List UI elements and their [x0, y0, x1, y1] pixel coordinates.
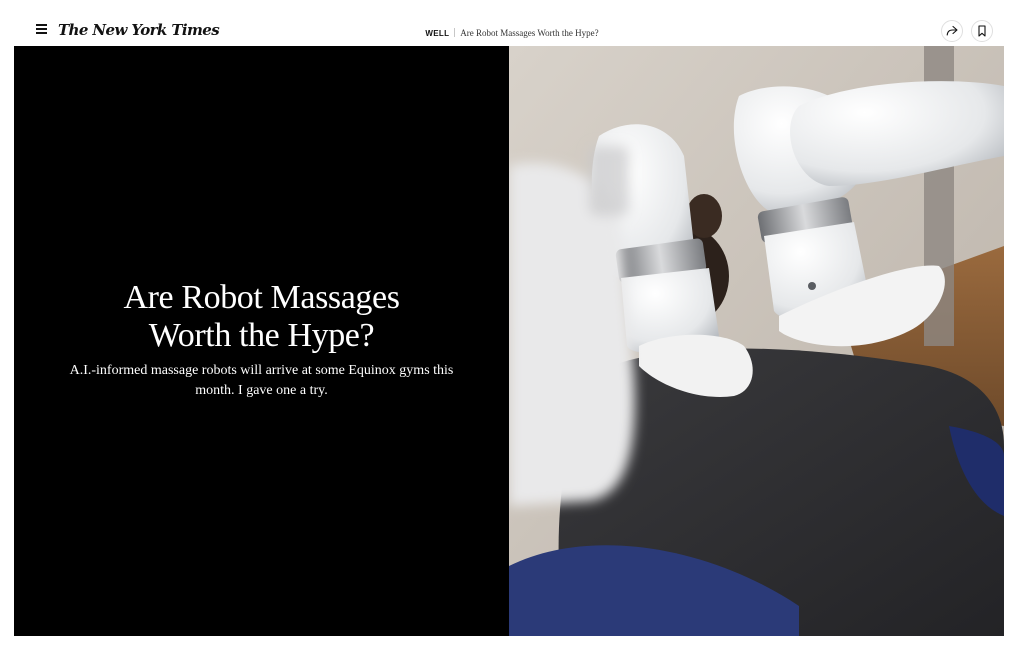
share-arrow-icon	[946, 25, 958, 36]
headline-line-1: Are Robot Massages	[123, 279, 400, 316]
robot-massage-arms-photo	[509, 46, 1004, 636]
article-summary: A.I.-informed massage robots will arrive…	[69, 363, 454, 398]
hero-text-panel: Are Robot Massages Worth the Hype? A.I.-…	[14, 46, 509, 636]
bookmark-icon	[978, 25, 986, 37]
section-label[interactable]: WELL	[425, 29, 449, 38]
headline-line-2: Worth the Hype?	[148, 317, 375, 354]
article-hero: Are Robot Massages Worth the Hype? A.I.-…	[14, 46, 1004, 636]
article-headline: Are Robot Massages Worth the Hype?	[14, 279, 509, 355]
top-bar: The New York Times WELL Are Robot Massage…	[0, 0, 1024, 46]
article-kicker: WELL Are Robot Massages Worth the Hype?	[0, 25, 1024, 40]
share-button[interactable]	[941, 20, 963, 42]
kicker-divider	[454, 28, 456, 37]
bookmark-button[interactable]	[971, 20, 993, 42]
hero-photo	[509, 46, 1004, 636]
header-article-title: Are Robot Massages Worth the Hype?	[460, 28, 599, 38]
